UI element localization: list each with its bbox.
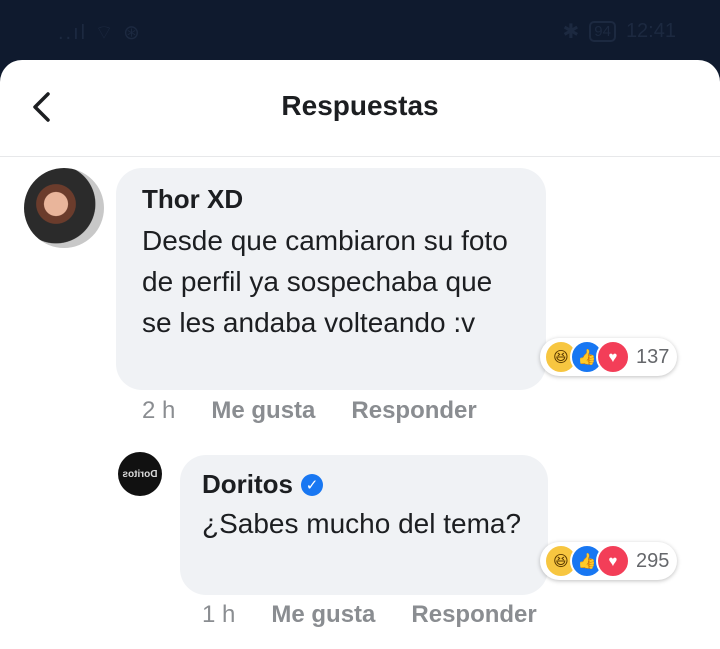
reply-button[interactable]: Responder — [411, 601, 536, 629]
clock: 12:41 — [625, 20, 676, 42]
bluetooth-icon: ✱ — [562, 21, 580, 43]
love-reaction-icon: ♥ — [596, 544, 630, 578]
comment-time[interactable]: 2 h — [142, 397, 175, 425]
signal-icons: ..ıl ⌔ ⊛ — [58, 22, 142, 44]
comment-text: ¿Sabes mucho del tema? — [202, 508, 522, 539]
comment-text: Desde que cambiaron su foto de perfil ya… — [142, 225, 508, 338]
comment-author[interactable]: Doritos — [202, 469, 293, 500]
replies-sheet: Respuestas Thor XD Desde que cambiaron s… — [0, 60, 720, 649]
avatar[interactable] — [24, 168, 104, 248]
like-button[interactable]: Me gusta — [271, 601, 375, 629]
avatar[interactable]: Doritos — [118, 452, 162, 496]
header: Respuestas — [0, 60, 720, 157]
reaction-count: 295 — [636, 549, 670, 572]
like-button[interactable]: Me gusta — [211, 397, 315, 425]
reaction-summary[interactable]: 😆 👍 ♥ 137 — [540, 338, 678, 376]
battery-icon: 94 — [589, 21, 616, 42]
reaction-summary[interactable]: 😆 👍 ♥ 295 — [540, 542, 678, 580]
status-bar: ..ıl ⌔ ⊛ ✱ 94 12:41 — [0, 0, 720, 62]
avatar-logo: Doritos — [122, 468, 158, 480]
verified-badge-icon: ✓ — [301, 473, 323, 496]
comment-bubble[interactable]: Thor XD Desde que cambiaron su foto de p… — [116, 168, 546, 390]
comment-author[interactable]: Thor XD — [142, 184, 243, 215]
love-reaction-icon: ♥ — [596, 340, 630, 374]
comment-actions: 1 h Me gusta Responder — [202, 601, 537, 629]
comment-time[interactable]: 1 h — [202, 601, 235, 629]
comment-bubble[interactable]: Doritos ✓ ¿Sabes mucho del tema? — [180, 455, 548, 595]
page-title: Respuestas — [281, 90, 439, 121]
comment-author-row: Doritos ✓ — [202, 469, 323, 500]
comment-actions: 2 h Me gusta Responder — [142, 397, 477, 425]
reaction-count: 137 — [636, 345, 670, 368]
status-right: ✱ 94 12:41 — [562, 19, 676, 44]
reply-button[interactable]: Responder — [351, 397, 476, 425]
